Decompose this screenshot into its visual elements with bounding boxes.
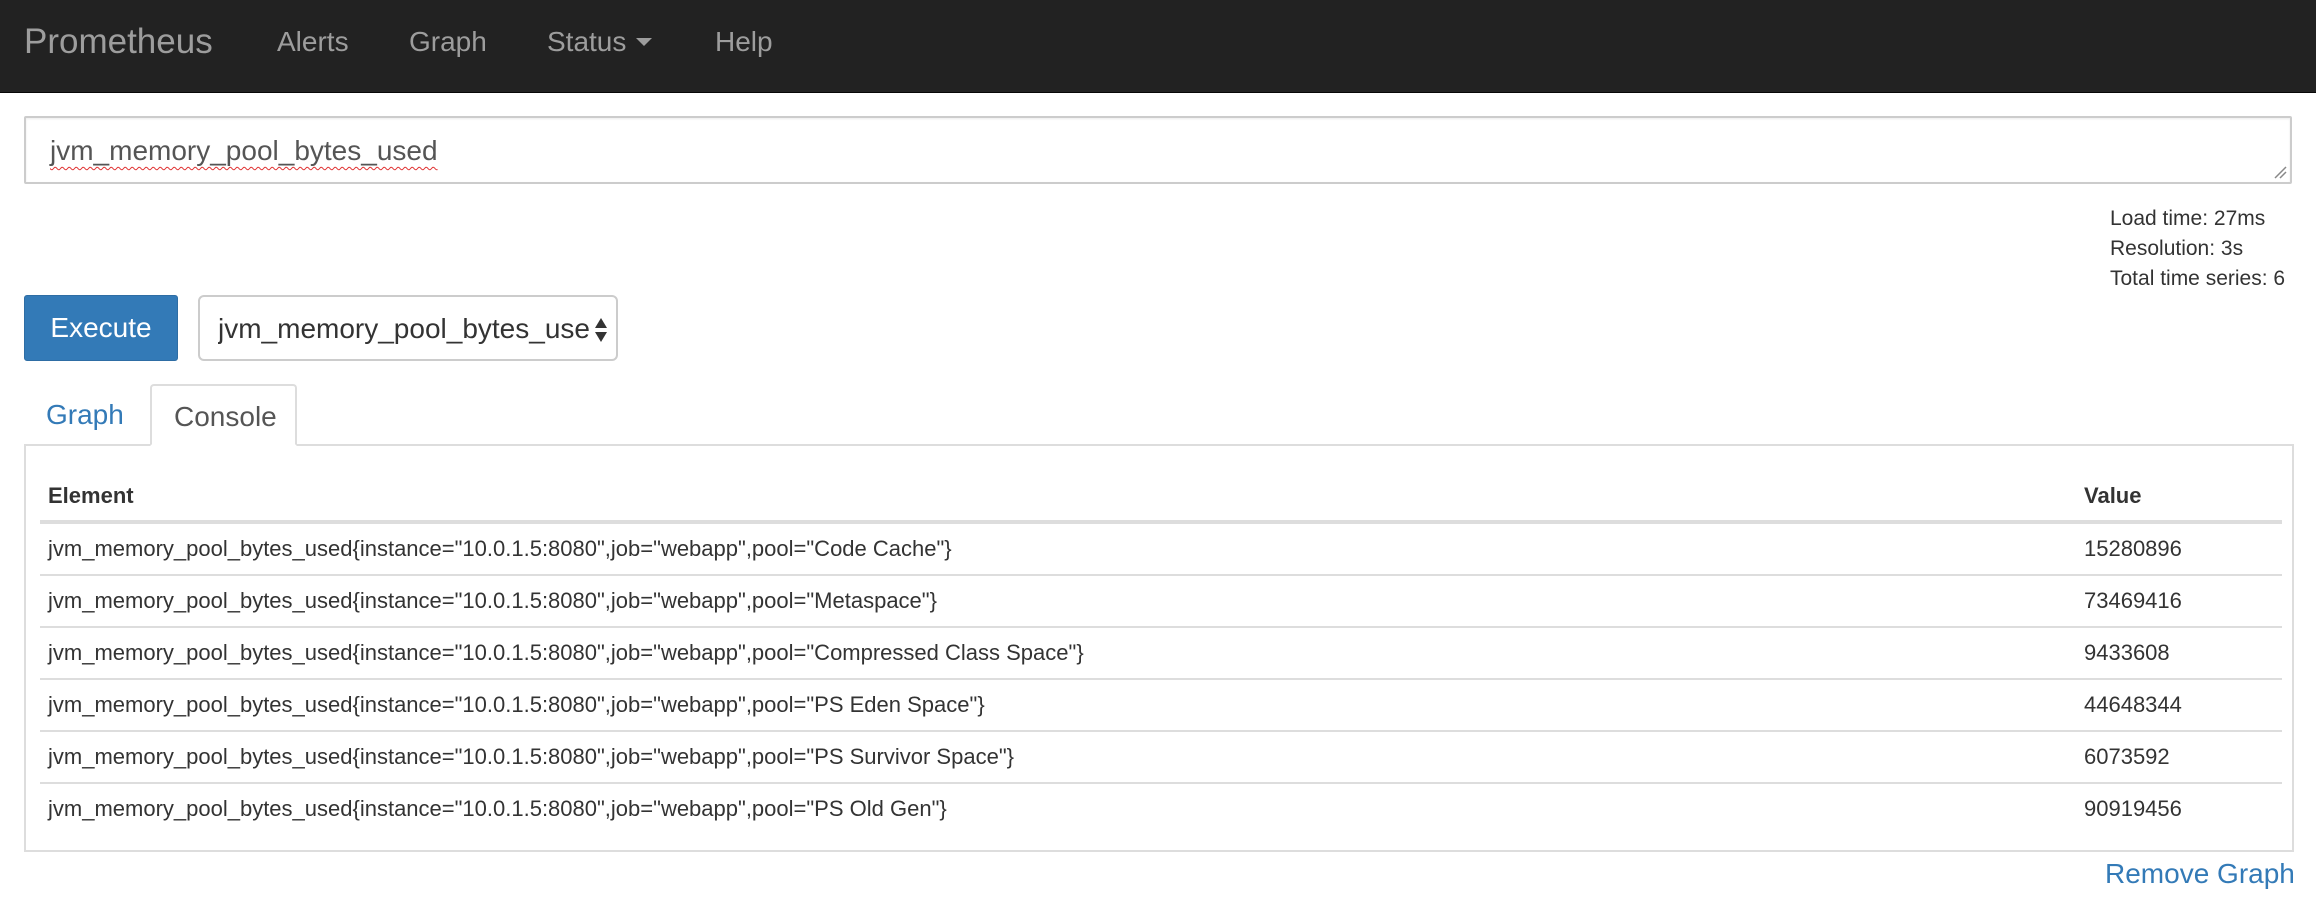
nav-item-status-dropdown[interactable]: Status bbox=[547, 24, 653, 60]
sort-arrows-icon bbox=[595, 318, 607, 342]
table-row: jvm_memory_pool_bytes_used{instance="10.… bbox=[40, 732, 2282, 784]
element-cell: jvm_memory_pool_bytes_used{instance="10.… bbox=[48, 536, 952, 561]
column-header-element: Element bbox=[48, 483, 134, 508]
value-cell: 9433608 bbox=[2084, 640, 2170, 665]
console-panel: Element Value jvm_memory_pool_bytes_used… bbox=[24, 444, 2294, 852]
nav-item-graph[interactable]: Graph bbox=[409, 24, 487, 60]
nav-item-help[interactable]: Help bbox=[715, 24, 773, 60]
load-time-text: Load time: 27ms bbox=[2110, 207, 2266, 230]
nav-item-label: Alerts bbox=[277, 26, 349, 57]
table-body: jvm_memory_pool_bytes_used{instance="10.… bbox=[40, 524, 2282, 836]
execute-button[interactable]: Execute bbox=[24, 295, 178, 361]
tab-label: Console bbox=[174, 401, 277, 432]
remove-graph-link[interactable]: Remove Graph bbox=[2105, 856, 2295, 892]
element-cell: jvm_memory_pool_bytes_used{instance="10.… bbox=[48, 796, 947, 821]
query-stats: Load time: 27ms Resolution: 3s Total tim… bbox=[2110, 204, 2285, 294]
value-cell: 73469416 bbox=[2084, 588, 2182, 613]
expression-input[interactable]: jvm_memory_pool_bytes_used bbox=[24, 116, 2292, 184]
caret-down-icon bbox=[636, 38, 653, 47]
expression-text: jvm_memory_pool_bytes_used bbox=[50, 135, 438, 166]
total-series-text: Total time series: 6 bbox=[2110, 267, 2286, 290]
top-navbar: Prometheus Alerts Graph Status Help bbox=[0, 0, 2316, 93]
table-row: jvm_memory_pool_bytes_used{instance="10.… bbox=[40, 784, 2282, 836]
resize-grip-icon[interactable] bbox=[2273, 165, 2287, 179]
table-row: jvm_memory_pool_bytes_used{instance="10.… bbox=[40, 576, 2282, 628]
nav-item-label: Graph bbox=[409, 26, 487, 57]
value-cell: 44648344 bbox=[2084, 692, 2182, 717]
value-cell: 6073592 bbox=[2084, 744, 2170, 769]
tab-console[interactable]: Console bbox=[150, 384, 297, 446]
nav-item-label: Status bbox=[547, 26, 627, 57]
column-header-value: Value bbox=[2084, 483, 2142, 508]
element-cell: jvm_memory_pool_bytes_used{instance="10.… bbox=[48, 692, 985, 717]
value-cell: 90919456 bbox=[2084, 796, 2182, 821]
element-cell: jvm_memory_pool_bytes_used{instance="10.… bbox=[48, 588, 937, 613]
insert-metric-select[interactable]: jvm_memory_pool_bytes_used bbox=[198, 295, 618, 361]
table-row: jvm_memory_pool_bytes_used{instance="10.… bbox=[40, 628, 2282, 680]
tab-graph[interactable]: Graph bbox=[24, 384, 146, 446]
element-cell: jvm_memory_pool_bytes_used{instance="10.… bbox=[48, 640, 1084, 665]
metric-select-value: jvm_memory_pool_bytes_used bbox=[218, 313, 590, 344]
table-row: jvm_memory_pool_bytes_used{instance="10.… bbox=[40, 680, 2282, 732]
element-cell: jvm_memory_pool_bytes_used{instance="10.… bbox=[48, 744, 1014, 769]
nav-item-label: Help bbox=[715, 26, 773, 57]
brand-logo-link[interactable]: Prometheus bbox=[24, 20, 213, 64]
value-cell: 15280896 bbox=[2084, 536, 2182, 561]
tab-label: Graph bbox=[46, 399, 124, 430]
table-row: jvm_memory_pool_bytes_used{instance="10.… bbox=[40, 524, 2282, 576]
nav-item-alerts[interactable]: Alerts bbox=[277, 24, 349, 60]
resolution-text: Resolution: 3s bbox=[2110, 237, 2244, 260]
